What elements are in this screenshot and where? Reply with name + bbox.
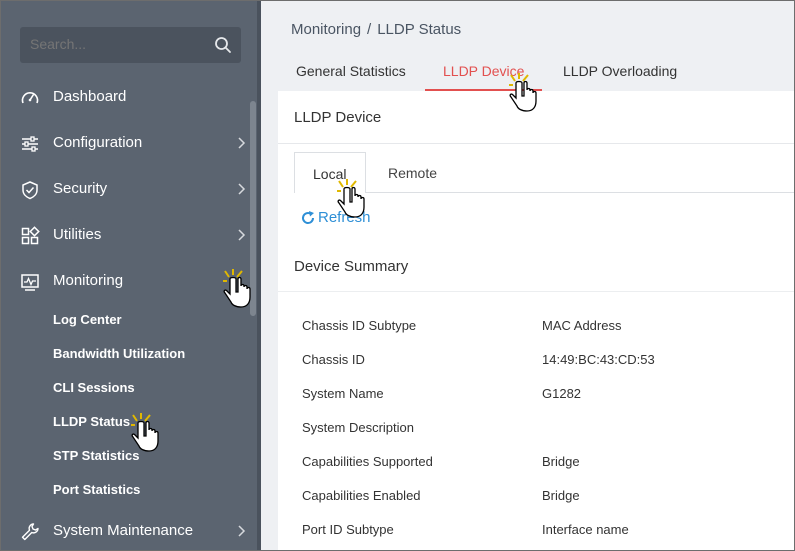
sidebar-subitem-lldp-status[interactable]: LLDP Status bbox=[53, 414, 130, 429]
sidebar-item-system-maintenance[interactable]: System Maintenance bbox=[1, 511, 257, 550]
sidebar-item-dashboard[interactable]: Dashboard bbox=[1, 77, 257, 117]
row-value: Interface name bbox=[542, 522, 629, 537]
subtab-divider bbox=[366, 192, 794, 193]
grid-icon bbox=[21, 226, 40, 245]
sidebar-subitem-stp-statistics[interactable]: STP Statistics bbox=[53, 448, 139, 463]
sidebar-item-label: Configuration bbox=[53, 134, 143, 151]
chevron-right-icon bbox=[238, 229, 246, 241]
row-key: Capabilities Enabled bbox=[302, 488, 421, 503]
table-row: Chassis ID 14:49:BC:43:CD:53 bbox=[302, 352, 792, 386]
breadcrumb-separator: / bbox=[367, 21, 372, 38]
search-box[interactable] bbox=[20, 27, 241, 63]
sidebar-item-label: Monitoring bbox=[53, 272, 124, 289]
row-value: 14:49:BC:43:CD:53 bbox=[542, 352, 655, 367]
gauge-icon bbox=[21, 92, 39, 104]
table-row: Capabilities Enabled Bridge bbox=[302, 488, 792, 522]
breadcrumb: Monitoring / LLDP Status bbox=[291, 21, 461, 38]
divider bbox=[278, 291, 794, 292]
subtab-remote[interactable]: Remote bbox=[388, 165, 437, 181]
sidebar: Dashboard Configuration Security bbox=[1, 1, 261, 550]
row-value: G1282 bbox=[542, 386, 582, 401]
table-row: System Name G1282 bbox=[302, 386, 792, 420]
sidebar-subitem-port-statistics[interactable]: Port Statistics bbox=[53, 482, 140, 497]
search-input[interactable] bbox=[30, 36, 210, 52]
lldp-device-card: LLDP Device Local Remote Refresh Device … bbox=[278, 91, 794, 550]
table-row: Chassis ID Subtype MAC Address bbox=[302, 318, 792, 352]
sidebar-item-label: Utilities bbox=[53, 226, 102, 243]
row-key: System Name bbox=[302, 386, 384, 401]
sidebar-item-label: Security bbox=[53, 180, 108, 197]
row-key: Capabilities Supported bbox=[302, 454, 433, 469]
tab-general-statistics[interactable]: General Statistics bbox=[296, 63, 406, 79]
refresh-icon bbox=[302, 211, 315, 224]
section-title: Device Summary bbox=[294, 258, 409, 275]
app-window: Dashboard Configuration Security bbox=[0, 0, 795, 551]
tab-lldp-overloading[interactable]: LLDP Overloading bbox=[563, 63, 677, 79]
sidebar-item-configuration[interactable]: Configuration bbox=[1, 123, 257, 163]
hand-cursor-icon bbox=[223, 269, 251, 308]
divider bbox=[278, 143, 794, 144]
sidebar-item-utilities[interactable]: Utilities bbox=[1, 215, 257, 255]
hand-cursor-icon bbox=[131, 413, 159, 452]
hand-cursor-icon bbox=[509, 73, 537, 112]
sidebar-subitem-log-center[interactable]: Log Center bbox=[53, 312, 122, 327]
table-row: System Description bbox=[302, 420, 792, 454]
sidebar-subitem-cli-sessions[interactable]: CLI Sessions bbox=[53, 380, 135, 395]
sidebar-item-label: Dashboard bbox=[53, 88, 127, 105]
search-icon[interactable] bbox=[214, 36, 232, 54]
breadcrumb-current: LLDP Status bbox=[377, 21, 462, 38]
sliders-icon bbox=[22, 136, 38, 152]
monitor-icon bbox=[21, 274, 39, 291]
row-value: Bridge bbox=[542, 454, 580, 469]
shield-icon bbox=[22, 181, 38, 200]
sidebar-item-label: System Maintenance bbox=[53, 522, 194, 539]
row-value: Bridge bbox=[542, 488, 580, 503]
table-row: Capabilities Supported Bridge bbox=[302, 454, 792, 488]
sidebar-item-security[interactable]: Security bbox=[1, 169, 257, 209]
sidebar-subitem-bandwidth-utilization[interactable]: Bandwidth Utilization bbox=[53, 346, 185, 361]
row-key: Port ID Subtype bbox=[302, 522, 394, 537]
chevron-right-icon bbox=[238, 183, 246, 195]
row-key: Chassis ID bbox=[302, 352, 365, 367]
row-value: MAC Address bbox=[542, 318, 622, 333]
sidebar-item-monitoring[interactable]: Monitoring bbox=[1, 261, 257, 301]
table-row: Port ID Subtype Interface name bbox=[302, 522, 792, 550]
breadcrumb-parent[interactable]: Monitoring bbox=[291, 21, 361, 38]
chevron-right-icon bbox=[238, 525, 246, 537]
row-key: System Description bbox=[302, 420, 414, 435]
row-key: Chassis ID Subtype bbox=[302, 318, 417, 333]
chevron-right-icon bbox=[238, 137, 246, 149]
card-title: LLDP Device bbox=[294, 109, 382, 126]
hand-cursor-icon bbox=[337, 179, 365, 218]
wrench-icon bbox=[21, 523, 39, 541]
